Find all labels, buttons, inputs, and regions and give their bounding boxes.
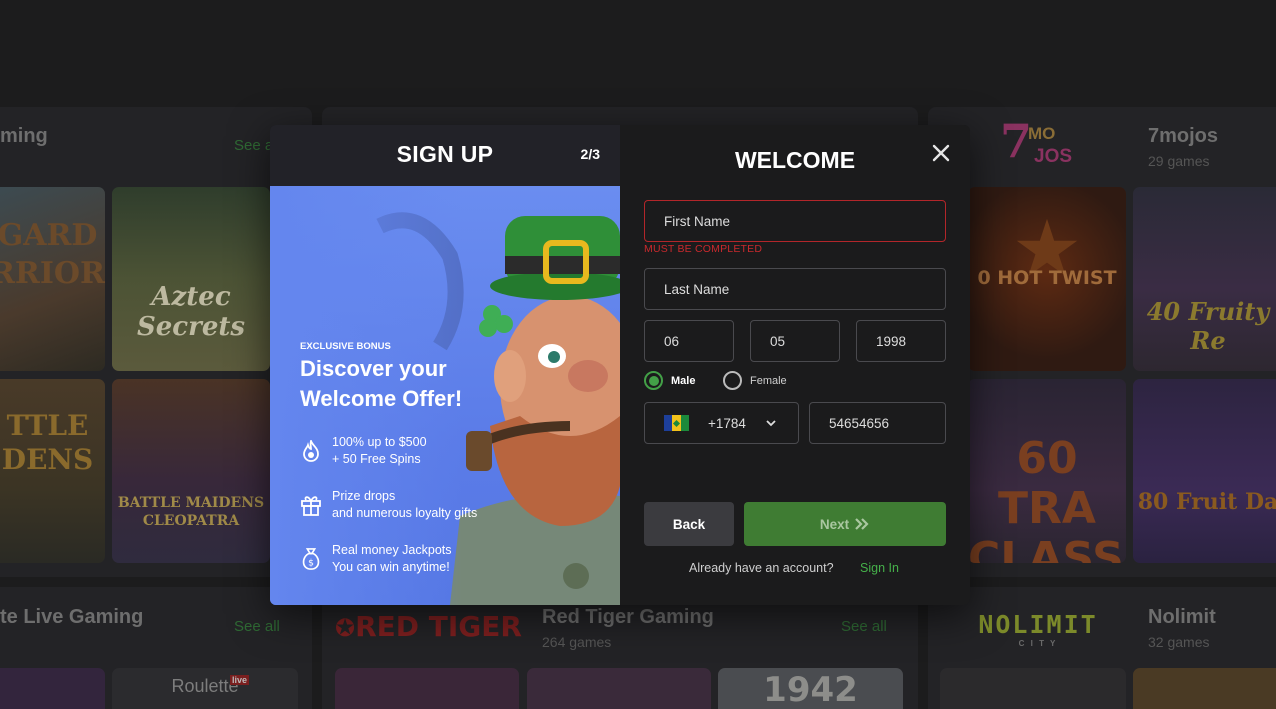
provider-game-count: 32 games <box>1148 634 1210 650</box>
promo-column: SIGN UP 2/3 EXCLUSIVE BONUS Discover you… <box>270 125 620 605</box>
radio-indicator <box>644 371 663 390</box>
provider-title[interactable]: Red Tiger Gaming <box>542 606 714 629</box>
provider-title[interactable]: 7mojos <box>1148 125 1218 148</box>
phone-country-select[interactable]: +1784 <box>644 402 799 444</box>
provider-game-count: 29 games <box>1148 153 1210 169</box>
step-indicator: 2/3 <box>580 146 600 162</box>
game-tile[interactable]: GARD RRIORS <box>0 187 105 371</box>
first-name-error: MUST BE COMPLETED <box>644 243 763 255</box>
game-tile[interactable]: TTLE DENS <box>0 379 105 563</box>
modal-header: SIGN UP 2/3 <box>270 125 620 186</box>
perk-item: 100% up to $500 + 50 Free Spins <box>300 434 427 468</box>
flag-icon <box>664 415 689 431</box>
chevron-down-icon <box>766 419 776 427</box>
svg-text:$: $ <box>308 557 314 568</box>
game-tile[interactable] <box>0 668 105 709</box>
game-tile[interactable]: Aztec Secrets <box>112 187 270 371</box>
phone-number-field[interactable]: 54654656 <box>809 402 946 444</box>
red-tiger-logo: ✪RED TIGER <box>335 610 522 643</box>
gift-icon <box>300 492 322 518</box>
close-icon[interactable] <box>932 144 950 162</box>
gender-female-radio[interactable]: Female <box>723 371 787 390</box>
provider-game-count: 264 games <box>542 634 612 650</box>
provider-title[interactable]: ming <box>0 125 48 148</box>
promo-banner: EXCLUSIVE BONUS Discover your Welcome Of… <box>270 186 620 605</box>
7mojos-logo: 7 MO JOS <box>1000 114 1073 168</box>
dob-month-field[interactable]: 05 <box>750 320 840 362</box>
money-bag-icon: $ <box>300 546 322 572</box>
perk-item: Prize drops and numerous loyalty gifts <box>300 488 477 522</box>
radio-indicator <box>723 371 742 390</box>
next-button[interactable]: Next <box>744 502 946 546</box>
signup-form: WELCOME First Name MUST BE COMPLETED Las… <box>620 125 970 605</box>
game-tile[interactable]: 40 Fruity Re <box>1133 187 1276 371</box>
gender-male-radio[interactable]: Male <box>644 371 695 390</box>
game-tile[interactable] <box>527 668 711 709</box>
double-chevron-right-icon <box>854 518 870 530</box>
see-all-link[interactable]: See all <box>841 618 887 635</box>
dob-year-field[interactable]: 1998 <box>856 320 946 362</box>
modal-title: SIGN UP <box>396 141 494 167</box>
game-tile[interactable]: ★ 0 HOT TWIST <box>968 187 1126 371</box>
sign-in-link[interactable]: Sign In <box>860 561 899 575</box>
perk-item: $ Real money Jackpots You can win anytime… <box>300 542 452 576</box>
existing-account-text: Already have an account? <box>689 561 834 575</box>
provider-title[interactable]: Nolimit <box>1148 606 1216 629</box>
game-tile[interactable]: BATTLE MAIDENS CLEOPATRA <box>112 379 270 563</box>
flame-icon <box>300 438 322 464</box>
provider-title[interactable]: te Live Gaming <box>0 606 143 629</box>
promo-headline: Discover your Welcome Offer! <box>300 356 463 411</box>
game-tile[interactable] <box>1133 668 1276 709</box>
see-all-link[interactable]: See a <box>234 137 273 154</box>
see-all-link[interactable]: See all <box>234 618 280 635</box>
first-name-field[interactable]: First Name <box>644 200 946 242</box>
game-tile[interactable]: 60 TRA CLASSIC HOT <box>968 379 1126 563</box>
game-tile[interactable]: 80 Fruit Da <box>1133 379 1276 563</box>
game-tile[interactable] <box>335 668 519 709</box>
nolimit-logo: NOLIMIT C I T Y <box>978 610 1098 648</box>
dob-day-field[interactable]: 06 <box>644 320 734 362</box>
game-tile[interactable]: Roulette live <box>112 668 298 709</box>
form-heading: WELCOME <box>734 147 856 173</box>
last-name-field[interactable]: Last Name <box>644 268 946 310</box>
game-tile[interactable] <box>940 668 1126 709</box>
game-tile[interactable]: 1942 <box>718 668 903 709</box>
signup-modal: SIGN UP 2/3 EXCLUSIVE BONUS Discover you… <box>270 125 970 605</box>
promo-eyebrow: EXCLUSIVE BONUS <box>300 341 391 352</box>
back-button[interactable]: Back <box>644 502 734 546</box>
